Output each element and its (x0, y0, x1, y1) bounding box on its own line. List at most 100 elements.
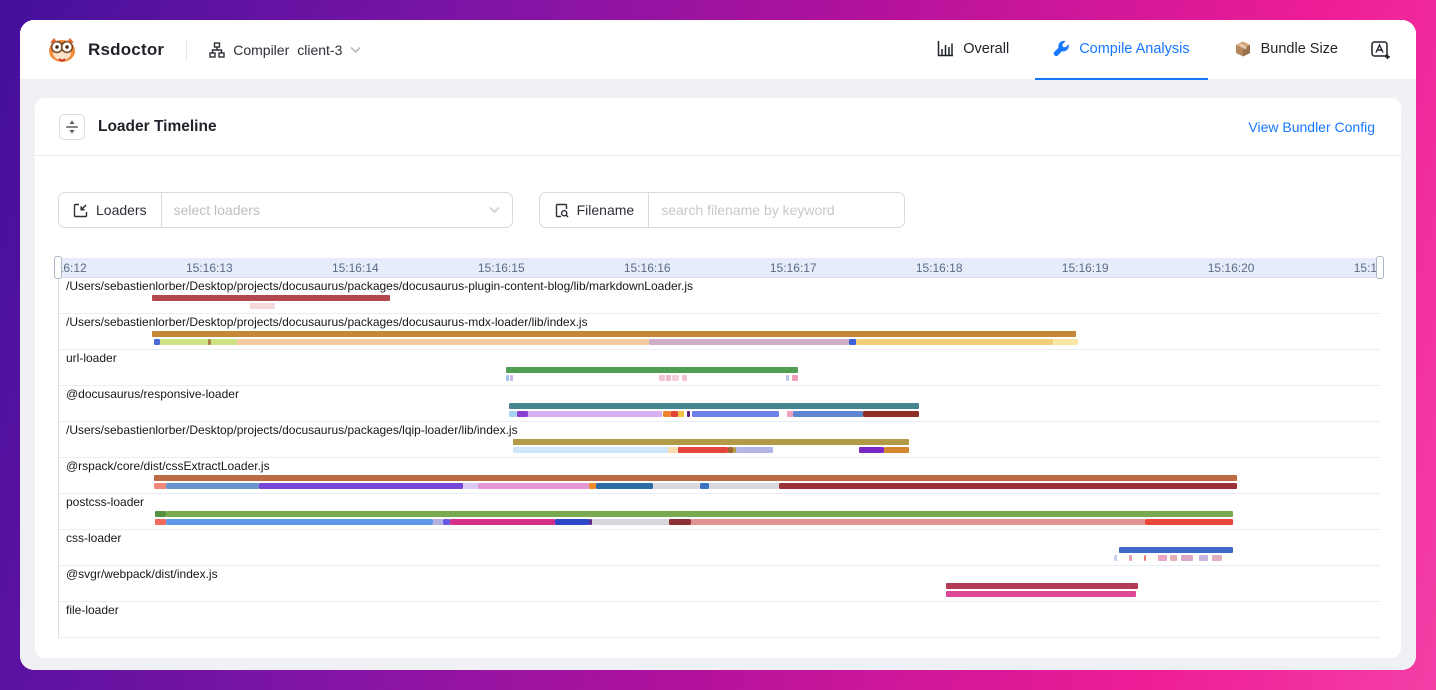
timeline-bar-segment[interactable] (450, 519, 555, 525)
timeline-bar-segment[interactable] (463, 483, 478, 489)
timeline-bar-segment[interactable] (649, 339, 849, 345)
wrench-icon (1053, 40, 1070, 57)
timeline-bar-segment[interactable] (513, 439, 909, 445)
timeline-bar-segment[interactable] (154, 339, 160, 345)
timeline-bar-segment[interactable] (1145, 519, 1233, 525)
timeline-bar-segment[interactable] (517, 411, 527, 417)
timeline-bar-segment[interactable] (849, 339, 856, 345)
header-divider (186, 39, 187, 61)
timeline-bar-segment[interactable] (668, 447, 678, 453)
timeline-bar-segment[interactable] (506, 367, 798, 373)
timeline-bar-segment[interactable] (589, 483, 596, 489)
timeline-bar-segment[interactable] (166, 511, 1233, 517)
timeline-bar-segment[interactable] (1053, 339, 1078, 345)
timeline-bar-segment[interactable] (152, 295, 390, 301)
timeline-bar-segment[interactable] (596, 483, 653, 489)
axis-tick-label: 15:16:20 (1208, 258, 1255, 278)
timeline-bar-segment[interactable] (1144, 555, 1147, 561)
timeline-bar-segment[interactable] (666, 375, 670, 381)
timeline-bar-segment[interactable] (433, 519, 443, 525)
timeline-zoom-handle-right[interactable] (1376, 256, 1384, 279)
timeline-bar-segment[interactable] (792, 375, 798, 381)
timeline-bar-segment[interactable] (884, 447, 909, 453)
timeline-bar-segment[interactable] (863, 411, 918, 417)
filename-filter-group: Filename (539, 192, 906, 228)
loader-timeline-chart: 15:16:1215:16:1315:16:1415:16:1515:16:16… (58, 258, 1380, 638)
timeline-bar-segment[interactable] (1129, 555, 1132, 561)
timeline-bar-segment[interactable] (166, 483, 259, 489)
timeline-bar-segment[interactable] (1119, 547, 1233, 553)
timeline-bar-segment[interactable] (659, 375, 665, 381)
loaders-select[interactable]: select loaders (162, 193, 512, 227)
timeline-bar-segment[interactable] (250, 303, 275, 309)
timeline-bar-segment[interactable] (687, 411, 690, 417)
filters-bar: Loaders select loaders (35, 156, 1401, 228)
timeline-bar-segment[interactable] (155, 519, 165, 525)
timeline-bar-segment[interactable] (1199, 555, 1208, 561)
timeline-bar-segment[interactable] (859, 447, 884, 453)
timeline-row-label: css-loader (59, 531, 1380, 546)
timeline-bar-segment[interactable] (513, 447, 668, 453)
timeline-bar-segment[interactable] (671, 411, 678, 417)
timeline-bar-segment[interactable] (555, 519, 589, 525)
timeline-bar-segment[interactable] (793, 411, 863, 417)
timeline-row-track (59, 483, 1380, 490)
timeline-bar-segment[interactable] (509, 411, 518, 417)
axis-tick-label: 15:16:18 (916, 258, 963, 278)
timeline-bar-segment[interactable] (237, 339, 649, 345)
timeline-bar-segment[interactable] (946, 591, 1136, 597)
timeline-zoom-handle-left[interactable] (54, 256, 62, 279)
timeline-bar-segment[interactable] (528, 411, 662, 417)
timeline-bar-segment[interactable] (259, 483, 463, 489)
timeline-bar-segment[interactable] (678, 411, 684, 417)
timeline-bar-segment[interactable] (856, 339, 1053, 345)
timeline-bar-segment[interactable] (1114, 555, 1117, 561)
timeline-row-label: /Users/sebastienlorber/Desktop/projects/… (59, 423, 1380, 438)
timeline-bar-segment[interactable] (736, 447, 772, 453)
timeline-bar-segment[interactable] (691, 519, 1145, 525)
timeline-bar-segment[interactable] (663, 411, 670, 417)
timeline-bar-segment[interactable] (1170, 555, 1177, 561)
timeline-bar-segment[interactable] (509, 403, 919, 409)
timeline-bar-segment[interactable] (510, 375, 513, 381)
view-bundler-config-link[interactable]: View Bundler Config (1248, 119, 1375, 135)
timeline-row-label: @svgr/webpack/dist/index.js (59, 567, 1380, 582)
timeline-bar-segment[interactable] (478, 483, 589, 489)
timeline-bar-segment[interactable] (592, 519, 669, 525)
timeline-bar-segment[interactable] (709, 483, 779, 489)
time-axis[interactable]: 15:16:1215:16:1315:16:1415:16:1515:16:16… (58, 258, 1380, 278)
timeline-bar-segment[interactable] (160, 339, 237, 345)
timeline-bar-segment[interactable] (152, 331, 1076, 337)
timeline-bar-segment[interactable] (506, 375, 509, 381)
timeline-bar-segment[interactable] (443, 519, 450, 525)
timeline-bar-segment[interactable] (779, 483, 1237, 489)
timeline-row-label: file-loader (59, 603, 1380, 618)
nav-tab-overall[interactable]: Overall (919, 20, 1027, 80)
timeline-bar-segment[interactable] (208, 339, 211, 345)
timeline-row-track (59, 547, 1380, 554)
nav-tab-compile-analysis[interactable]: Compile Analysis (1035, 20, 1207, 80)
timeline-bar-segment[interactable] (154, 483, 166, 489)
compiler-selector[interactable]: Compiler client-3 (209, 42, 361, 58)
translate-icon[interactable] (1370, 39, 1392, 61)
timeline-bar-segment[interactable] (682, 375, 686, 381)
filename-search-input[interactable] (649, 193, 904, 227)
bar-chart-icon (937, 40, 954, 57)
timeline-bar-segment[interactable] (166, 519, 433, 525)
timeline-bar-segment[interactable] (678, 447, 728, 453)
timeline-bar-segment[interactable] (692, 411, 778, 417)
timeline-row-track (59, 339, 1380, 346)
filename-filter-addon: Filename (540, 193, 650, 227)
timeline-bar-segment[interactable] (653, 483, 700, 489)
timeline-bar-segment[interactable] (786, 375, 789, 381)
timeline-bar-segment[interactable] (1212, 555, 1222, 561)
timeline-bar-segment[interactable] (700, 483, 709, 489)
nav-tab-bundle-size[interactable]: Bundle Size (1216, 20, 1356, 80)
timeline-bar-segment[interactable] (1158, 555, 1167, 561)
timeline-bar-segment[interactable] (155, 511, 165, 517)
timeline-bar-segment[interactable] (154, 475, 1237, 481)
timeline-bar-segment[interactable] (672, 375, 679, 381)
timeline-bar-segment[interactable] (946, 583, 1137, 589)
timeline-bar-segment[interactable] (1181, 555, 1193, 561)
timeline-bar-segment[interactable] (669, 519, 691, 525)
